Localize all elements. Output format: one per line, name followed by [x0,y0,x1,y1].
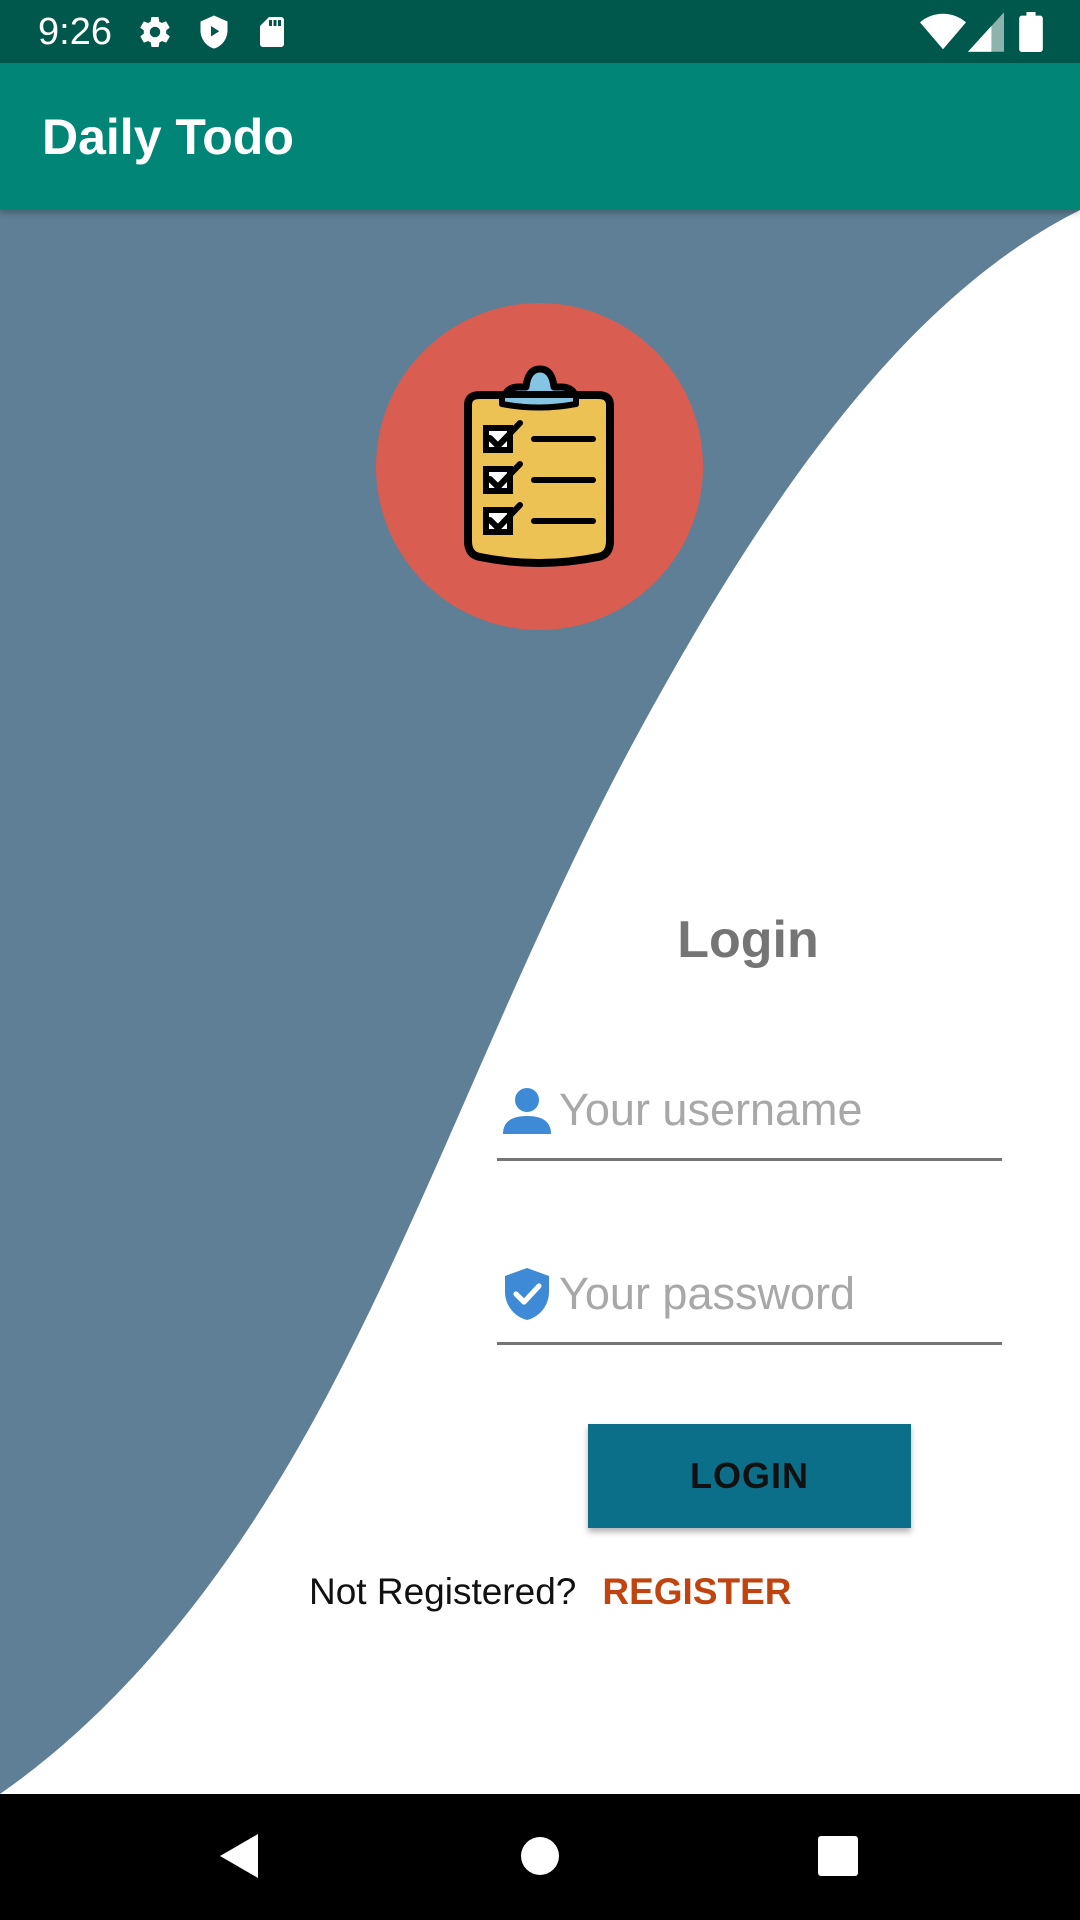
battery-icon [1019,12,1043,52]
login-button[interactable]: LOGIN [588,1424,911,1528]
sd-card-icon [260,17,284,47]
shield-check-icon [505,1268,549,1320]
back-icon[interactable] [206,1824,270,1888]
shield-play-icon [200,15,228,49]
clipboard-checklist-icon [464,365,614,567]
app-title: Daily Todo [42,109,294,165]
home-icon[interactable] [508,1824,572,1888]
register-prompt: Not Registered? [309,1571,577,1612]
gear-icon [140,16,170,47]
status-bar: 9:26 [0,0,1080,63]
app-logo [376,303,703,630]
register-link[interactable]: REGISTER [602,1571,791,1613]
signal-icon [968,12,1004,52]
status-time: 9:26 [38,11,112,53]
login-screen: 9:26 Daily Todo Login Your username LOGI… [0,0,1080,1920]
navigation-bar [0,1794,1080,1920]
password-field[interactable] [497,1254,1002,1345]
username-input[interactable] [559,1078,989,1142]
login-content: Login LOGIN Not Registered? REGISTER [0,210,1080,1794]
wifi-icon [920,13,966,50]
person-icon [503,1088,551,1134]
register-row: Not Registered? REGISTER [309,1562,792,1622]
password-input[interactable] [559,1262,989,1326]
username-field[interactable] [497,1070,1002,1161]
login-title: Login [677,911,819,969]
app-bar: Daily Todo [0,63,1080,210]
recents-icon[interactable] [806,1824,870,1888]
